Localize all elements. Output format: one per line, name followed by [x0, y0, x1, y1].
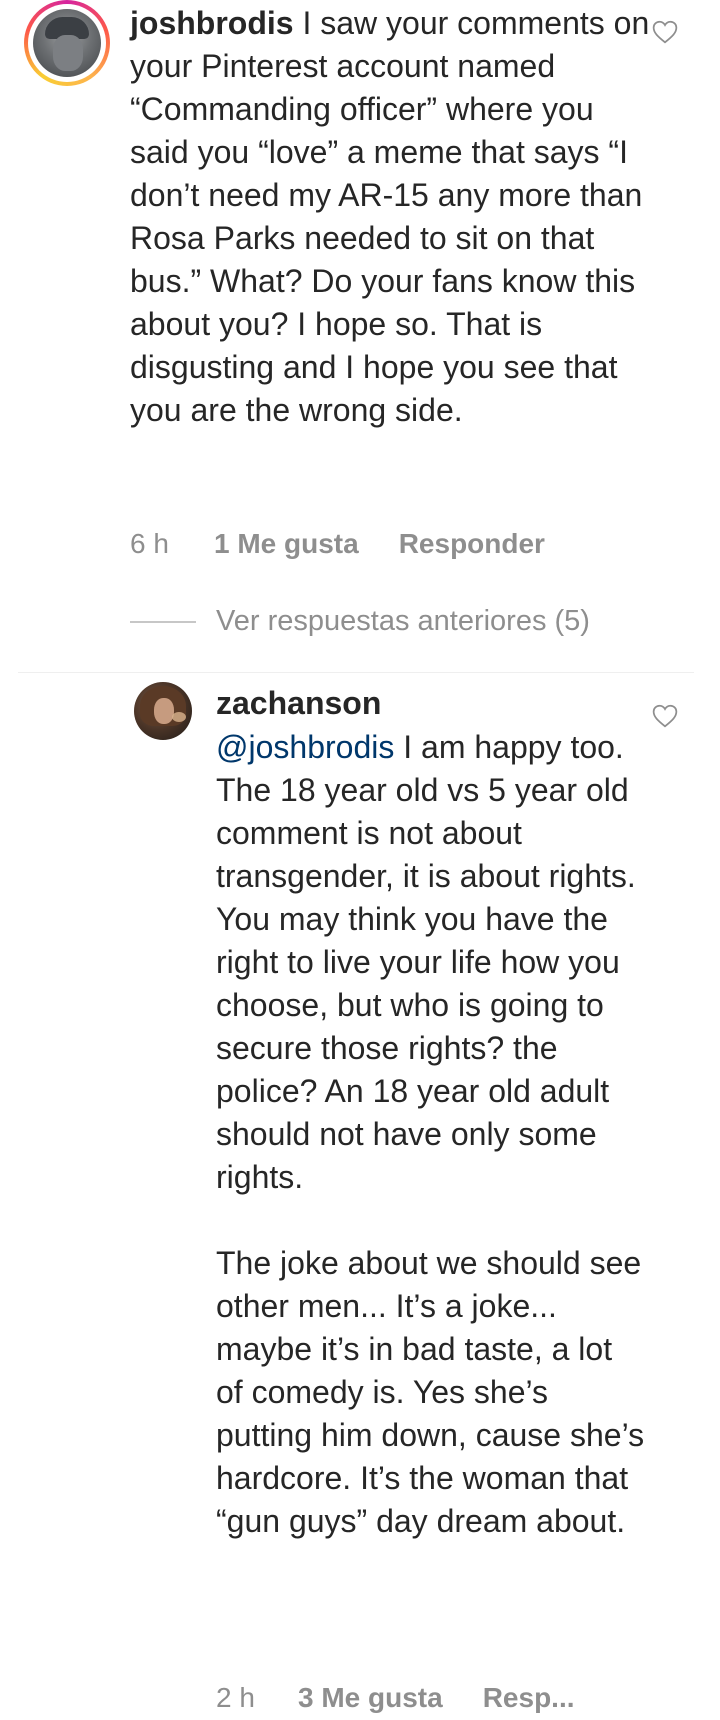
comment-body: I saw your comments on your Pinterest ac… — [130, 5, 650, 428]
replies-divider-line — [130, 621, 196, 624]
reply-username[interactable]: zachanson — [216, 682, 381, 725]
reply-text: @joshbrodis I am happy too. The 18 year … — [216, 726, 646, 1543]
comment-time: 6 h — [130, 528, 169, 559]
comment-text: joshbrodis I saw your comments on your P… — [130, 2, 650, 432]
likes-count[interactable]: 1 Me gusta — [214, 528, 359, 560]
reply-reply-button[interactable]: Resp... — [483, 1682, 575, 1714]
avatar-photo — [33, 9, 101, 77]
comments-screen: joshbrodis I saw your comments on your P… — [0, 0, 720, 1720]
view-previous-replies-button[interactable]: Ver respuestas anteriores (5) — [130, 604, 590, 638]
reply-button[interactable]: Responder — [399, 528, 545, 560]
mention-link[interactable]: @joshbrodis — [216, 729, 394, 765]
heart-icon[interactable] — [652, 20, 678, 44]
reply-avatar[interactable] — [134, 682, 192, 740]
comment: joshbrodis I saw your comments on your P… — [0, 0, 720, 665]
reply-paragraph-1: @joshbrodis I am happy too. The 18 year … — [216, 729, 636, 1195]
comment-meta: 6 h 1 Me gusta Responder — [130, 528, 545, 560]
divider — [18, 672, 694, 673]
avatar[interactable] — [24, 0, 110, 86]
comment-username[interactable]: joshbrodis — [130, 5, 294, 41]
heart-icon[interactable] — [652, 704, 678, 728]
reply-paragraph-2: The joke about we should see other men..… — [216, 1245, 645, 1539]
reply-meta: 2 h 3 Me gusta Resp... — [216, 1682, 575, 1714]
view-previous-replies-label: Ver respuestas anteriores (5) — [216, 605, 590, 637]
reply-likes-count[interactable]: 3 Me gusta — [298, 1682, 443, 1714]
reply-time: 2 h — [216, 1682, 255, 1713]
